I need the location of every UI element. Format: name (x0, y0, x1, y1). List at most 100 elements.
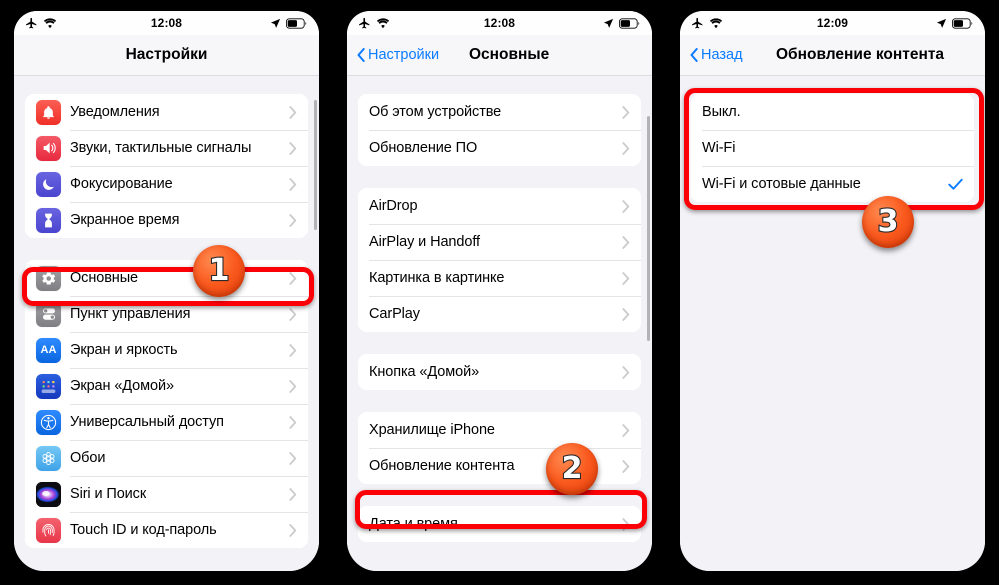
airplane-icon (691, 17, 704, 30)
list-top-spacer (14, 76, 319, 94)
row-label: Пункт управления (70, 306, 191, 322)
row-label: Основные (70, 270, 138, 286)
battery-icon (286, 17, 308, 29)
step-badge-2: 2 (546, 443, 598, 495)
back-label: Настройки (368, 47, 440, 63)
list-top-spacer (347, 76, 652, 94)
step-badge-3: 3 (862, 196, 914, 248)
chevron-left-icon (690, 48, 698, 62)
chevron-left-icon (357, 48, 365, 62)
row-screen-time[interactable]: Экранное время (25, 202, 308, 238)
wifi-icon (43, 17, 57, 29)
phone-bezel-2: 12:08 Настройки Основные Об этом устройс… (344, 8, 655, 585)
phone-screenshot-2: 12:08 Настройки Основные Об этом устройс… (333, 0, 666, 585)
wifi-icon (709, 17, 723, 29)
chevron-right-icon (289, 379, 297, 393)
row-label: Кнопка «Домой» (369, 364, 480, 380)
chevron-right-icon (289, 177, 297, 191)
step-number: 1 (207, 253, 230, 288)
page-title-3: Обновление контента (776, 46, 945, 63)
row-label: Обои (70, 450, 106, 466)
step-badge-1: 1 (193, 245, 245, 297)
row-sounds[interactable]: Звуки, тактильные сигналы (25, 130, 308, 166)
group-refresh-options: Выкл. Wi-Fi Wi-Fi и сотовые данные (691, 94, 974, 202)
row-software-update[interactable]: Обновление ПО (358, 130, 641, 166)
checkmark-icon (948, 178, 963, 191)
chevron-right-icon (289, 213, 297, 227)
settings-list-1[interactable]: Уведомления Звуки, тактильные сигналы Фо… (14, 76, 319, 571)
back-button-2[interactable]: Настройки (357, 47, 439, 63)
scroll-indicator-1[interactable] (314, 100, 317, 230)
wifi-icon (376, 17, 390, 29)
chevron-right-icon (622, 235, 630, 249)
row-picture-in-picture[interactable]: Картинка в картинке (358, 260, 641, 296)
row-label: Экран «Домой» (70, 378, 174, 394)
siri-icon (36, 481, 61, 507)
fingerprint-icon (36, 517, 61, 543)
sidebar-item-general[interactable]: Основные (25, 260, 308, 296)
speaker-icon (36, 135, 61, 161)
row-airplay-handoff[interactable]: AirPlay и Handoff (358, 224, 641, 260)
row-carplay[interactable]: CarPlay (358, 296, 641, 332)
row-control-center[interactable]: Пункт управления (25, 296, 308, 332)
airplane-icon (358, 17, 371, 30)
row-background-app-refresh[interactable]: Обновление контента (358, 448, 641, 484)
row-touch-id[interactable]: Touch ID и код-пароль (25, 512, 308, 548)
row-label: AirDrop (369, 198, 418, 214)
status-bar-1: 12:08 (14, 11, 319, 35)
chevron-right-icon (289, 451, 297, 465)
phone-bezel-3: 12:09 Назад Обновление контента Выкл. Wi… (677, 8, 988, 585)
scroll-indicator-2[interactable] (647, 116, 650, 341)
row-label: Дата и время (369, 516, 458, 532)
chevron-right-icon (622, 423, 630, 437)
airplane-icon (25, 17, 38, 30)
page-title-1: Настройки (125, 46, 208, 63)
option-wifi-cellular[interactable]: Wi-Fi и сотовые данные (691, 166, 974, 202)
row-date-time[interactable]: Дата и время (358, 506, 641, 542)
phone-bezel-1: 12:08 Настройки Уведомления Звуки, такти… (11, 8, 322, 585)
chevron-right-icon (622, 517, 630, 531)
row-home-screen[interactable]: Экран «Домой» (25, 368, 308, 404)
page-title-2: Основные (469, 46, 550, 63)
row-siri-search[interactable]: Siri и Поиск (25, 476, 308, 512)
group-gap (347, 166, 652, 188)
row-focus[interactable]: Фокусирование (25, 166, 308, 202)
row-label: Хранилище iPhone (369, 422, 495, 438)
list-top-spacer (680, 76, 985, 94)
chevron-right-icon (289, 271, 297, 285)
back-button-3[interactable]: Назад (690, 47, 743, 63)
row-accessibility[interactable]: Универсальный доступ (25, 404, 308, 440)
settings-list-3[interactable]: Выкл. Wi-Fi Wi-Fi и сотовые данные (680, 76, 985, 571)
location-arrow-icon (603, 18, 614, 29)
group-gap (347, 390, 652, 412)
row-label: Touch ID и код-пароль (70, 522, 217, 538)
row-home-button[interactable]: Кнопка «Домой» (358, 354, 641, 390)
battery-icon (619, 17, 641, 29)
row-airdrop[interactable]: AirDrop (358, 188, 641, 224)
group-storage-refresh: Хранилище iPhone Обновление контента (358, 412, 641, 484)
battery-icon (952, 17, 974, 29)
nav-bar-3: Назад Обновление контента (680, 35, 985, 76)
settings-list-2[interactable]: Об этом устройстве Обновление ПО AirDrop (347, 76, 652, 571)
bell-icon (36, 99, 61, 125)
row-label: Выкл. (702, 104, 741, 120)
option-wifi[interactable]: Wi-Fi (691, 130, 974, 166)
status-left-1 (25, 17, 57, 30)
phone-screen-3: 12:09 Назад Обновление контента Выкл. Wi… (680, 11, 985, 571)
aa-icon: AA (36, 337, 61, 363)
back-label: Назад (701, 47, 743, 63)
status-right-1 (270, 17, 308, 29)
row-iphone-storage[interactable]: Хранилище iPhone (358, 412, 641, 448)
toggles-icon (36, 301, 61, 327)
option-off[interactable]: Выкл. (691, 94, 974, 130)
group-date-time: Дата и время (358, 506, 641, 542)
chevron-right-icon (622, 459, 630, 473)
row-display-brightness[interactable]: AA Экран и яркость (25, 332, 308, 368)
chevron-right-icon (622, 365, 630, 379)
row-wallpaper[interactable]: Обои (25, 440, 308, 476)
row-about[interactable]: Об этом устройстве (358, 94, 641, 130)
settings-group-notifications: Уведомления Звуки, тактильные сигналы Фо… (25, 94, 308, 238)
row-notifications[interactable]: Уведомления (25, 94, 308, 130)
row-label: Универсальный доступ (70, 414, 224, 430)
row-label: Уведомления (70, 104, 160, 120)
